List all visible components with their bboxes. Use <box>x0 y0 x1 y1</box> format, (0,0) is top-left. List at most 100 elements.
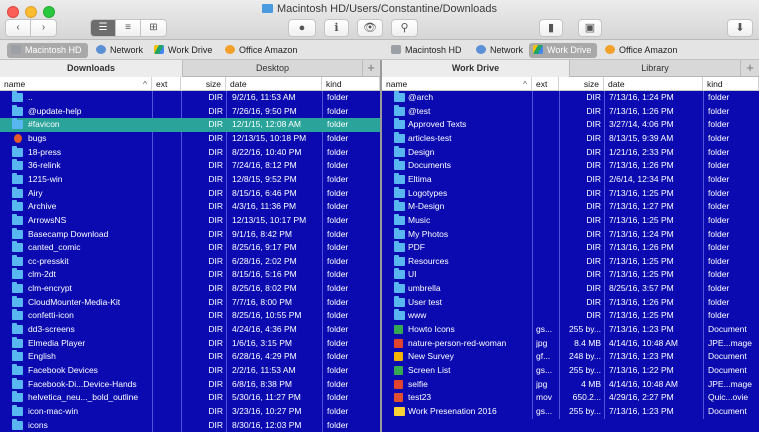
connect-drive-button[interactable]: ▣ <box>578 19 602 37</box>
single-pane-button[interactable]: ▮ <box>539 19 563 37</box>
right-device-office-amazon[interactable]: Office Amazon <box>601 43 683 58</box>
file-date: 7/13/16, 1:25 PM <box>609 310 674 321</box>
file-size: DIR <box>586 296 601 307</box>
file-row[interactable]: 36-relink DIR 7/24/16, 8:12 PM folder <box>0 159 380 173</box>
file-row[interactable]: Elmedia Player DIR 1/6/16, 3:15 PM folder <box>0 336 380 351</box>
file-row[interactable]: PDF DIR 7/13/16, 1:26 PM folder <box>382 241 759 255</box>
detail-view-button[interactable]: ≡ <box>116 20 141 36</box>
file-row[interactable]: Design DIR 1/21/16, 2:33 PM folder <box>382 145 759 160</box>
right-device-work-drive[interactable]: Work Drive <box>529 43 598 58</box>
column-kind[interactable]: kind <box>703 77 759 91</box>
file-name: confetti-icon <box>28 310 74 321</box>
right-device-network[interactable]: Network <box>472 43 529 58</box>
column-name[interactable]: name ^ <box>382 77 532 91</box>
file-row[interactable]: cc-presskit DIR 6/28/16, 2:02 PM folder <box>0 254 380 269</box>
tab-work-drive[interactable]: Work Drive <box>382 60 570 77</box>
file-name: @test <box>408 105 431 116</box>
column-size[interactable]: size <box>181 77 226 91</box>
left-device-work-drive[interactable]: Work Drive <box>150 43 218 58</box>
column-size[interactable]: size <box>559 77 604 91</box>
search-button[interactable]: ⚲ <box>391 19 418 37</box>
file-row[interactable]: CloudMounter-Media-Kit DIR 7/7/16, 8:00 PM… <box>0 295 380 310</box>
file-row[interactable]: Work Presenation 2016 gs... 255 by... 7/13/… <box>382 405 759 419</box>
left-device-macintosh-hd[interactable]: Macintosh HD <box>7 43 88 58</box>
file-row[interactable]: Eltima DIR 2/6/14, 12:34 PM folder <box>382 172 759 187</box>
toggle-icon: ● <box>298 22 306 34</box>
file-row[interactable]: Approved Texts DIR 3/27/14, 4:06 PM folder <box>382 118 759 132</box>
list-view-button[interactable]: ☰ <box>91 20 116 36</box>
download-button[interactable]: ⬇ <box>727 19 753 37</box>
info-button[interactable]: ℹ <box>324 19 349 37</box>
file-row[interactable]: icons DIR 8/30/16, 12:03 PM folder <box>0 418 380 432</box>
file-row[interactable]: Music DIR 7/13/16, 1:25 PM folder <box>382 213 759 228</box>
file-row[interactable]: confetti-icon DIR 8/25/16, 10:55 PM folder <box>0 309 380 323</box>
column-ext[interactable]: ext <box>532 77 559 91</box>
file-size: DIR <box>208 296 223 307</box>
file-row[interactable]: @arch DIR 7/13/16, 1:24 PM folder <box>382 91 759 105</box>
file-row[interactable]: #favicon DIR 12/1/15, 12:08 AM folder <box>0 118 380 132</box>
icon-view-button[interactable]: ⊞ <box>141 20 166 36</box>
forward-button[interactable]: › <box>31 20 56 36</box>
file-row[interactable]: nature-person-red-woman jpg 8.4 MB 4/14/16,… <box>382 337 759 351</box>
file-row[interactable]: 18-press DIR 8/22/16, 10:40 PM folder <box>0 145 380 160</box>
file-row[interactable]: User test DIR 7/13/16, 1:26 PM folder <box>382 295 759 310</box>
file-row[interactable]: Airy DIR 8/15/16, 6:46 PM folder <box>0 186 380 201</box>
column-name[interactable]: name ^ <box>0 77 152 91</box>
file-row[interactable]: Resources DIR 7/13/16, 1:25 PM folder <box>382 254 759 269</box>
file-row[interactable]: 1215-win DIR 12/8/15, 9:52 PM folder <box>0 172 380 187</box>
right-add-tab-button[interactable]: + <box>741 60 759 77</box>
file-row[interactable]: helvetica_neu..._bold_outline DIR 5/30/16,… <box>0 391 380 405</box>
left-device-network[interactable]: Network <box>92 43 149 58</box>
file-row[interactable]: Basecamp Download DIR 9/1/16, 8:42 PM folde… <box>0 227 380 242</box>
file-ext <box>536 132 558 146</box>
quick-look-button[interactable]: 👁 <box>357 19 383 37</box>
file-name: umbrella <box>408 283 441 294</box>
file-name: clm-2dt <box>28 269 56 280</box>
column-date[interactable]: date <box>604 77 703 91</box>
file-row[interactable]: articles-test DIR 8/13/15, 9:39 AM folder <box>382 131 759 146</box>
file-row[interactable]: clm-encrypt DIR 8/25/16, 8:02 PM folder <box>0 282 380 296</box>
file-kind: Document <box>708 324 747 335</box>
file-row[interactable]: Logotypes DIR 7/13/16, 1:25 PM folder <box>382 186 759 201</box>
file-row[interactable]: icon-mac-win DIR 3/23/16, 10:27 PM folder <box>0 404 380 419</box>
file-row[interactable]: .. DIR 9/2/16, 11:53 AM folder <box>0 91 380 105</box>
file-row[interactable]: @update-help DIR 7/26/16, 9:50 PM folder <box>0 104 380 119</box>
file-row[interactable]: Howto Icons gs... 255 by... 7/13/16, 1:23 P… <box>382 323 759 337</box>
file-row[interactable]: clm-2dt DIR 8/15/16, 5:16 PM folder <box>0 268 380 282</box>
file-row[interactable]: www DIR 7/13/16, 1:25 PM folder <box>382 309 759 323</box>
file-size: DIR <box>586 119 601 130</box>
file-row[interactable]: Documents DIR 7/13/16, 1:26 PM folder <box>382 159 759 173</box>
file-row[interactable]: Screen List gs... 255 by... 7/13/16, 1:22 P… <box>382 364 759 378</box>
right-device-macintosh-hd[interactable]: Macintosh HD <box>387 43 468 58</box>
column-date[interactable]: date <box>226 77 322 91</box>
file-row[interactable]: Archive DIR 4/3/16, 11:36 PM folder <box>0 200 380 214</box>
toggle-hidden-button[interactable]: ● <box>288 19 316 37</box>
folder-icon <box>394 309 405 321</box>
file-row[interactable]: English DIR 6/28/16, 4:29 PM folder <box>0 350 380 364</box>
tab-downloads[interactable]: Downloads <box>0 60 183 77</box>
file-size: DIR <box>208 187 223 198</box>
column-ext[interactable]: ext <box>152 77 181 91</box>
left-add-tab-button[interactable]: + <box>362 60 380 77</box>
file-row[interactable]: New Survey gf... 248 by... 7/13/16, 1:23 PM… <box>382 350 759 364</box>
file-row[interactable]: umbrella DIR 8/25/16, 3:57 PM folder <box>382 282 759 296</box>
file-row[interactable]: ArrowsNS DIR 12/13/15, 10:17 PM folder <box>0 213 380 228</box>
file-row[interactable]: M-Design DIR 7/13/16, 1:27 PM folder <box>382 200 759 214</box>
file-row[interactable]: Facebook-Di...Device-Hands DIR 6/8/16, 8:3… <box>0 377 380 392</box>
file-row[interactable]: @test DIR 7/13/16, 1:26 PM folder <box>382 104 759 119</box>
tab-library[interactable]: Library <box>570 60 741 77</box>
file-row[interactable]: bugs DIR 12/13/15, 10:18 PM folder <box>0 132 380 146</box>
file-ext <box>156 391 180 405</box>
tab-desktop[interactable]: Desktop <box>183 60 363 77</box>
file-row[interactable]: My Photos DIR 7/13/16, 1:24 PM folder <box>382 227 759 242</box>
file-row[interactable]: dd3-screens DIR 4/24/16, 4:36 PM folder <box>0 323 380 337</box>
file-row[interactable]: canted_comic DIR 8/25/16, 9:17 PM folder <box>0 241 380 255</box>
file-row[interactable]: test23 mov 650.2... 4/29/16, 2:27 PM Quic...… <box>382 391 759 405</box>
left-device-office-amazon[interactable]: Office Amazon <box>221 43 303 58</box>
file-name: Howto Icons <box>408 324 455 335</box>
file-row[interactable]: selfie jpg 4 MB 4/14/16, 10:48 AM JPE...mage <box>382 378 759 392</box>
back-button[interactable]: ‹ <box>6 20 31 36</box>
file-row[interactable]: UI DIR 7/13/16, 1:25 PM folder <box>382 268 759 282</box>
file-row[interactable]: Facebook Devices DIR 2/2/16, 11:53 AM folde… <box>0 364 380 378</box>
column-kind[interactable]: kind <box>322 77 380 91</box>
